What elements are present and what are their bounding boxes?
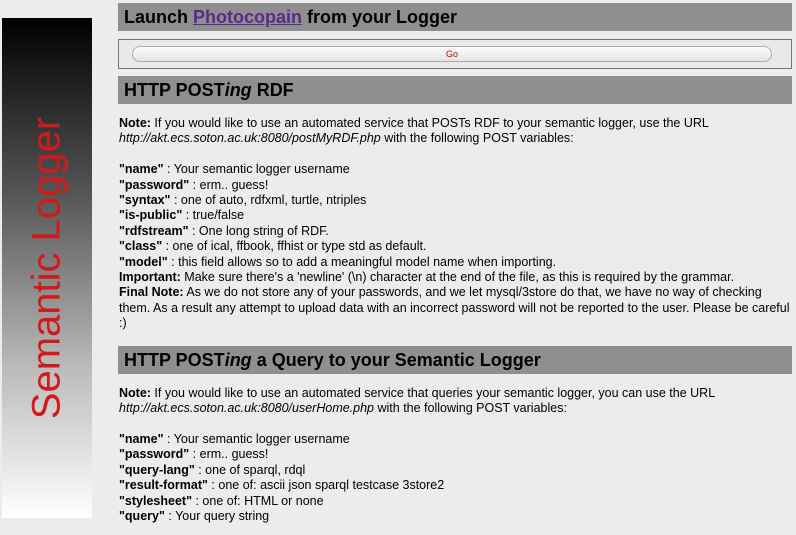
rdf-var-item: "rdfstream" : One long string of RDF. bbox=[119, 224, 792, 239]
important-text: Make sure there's a 'newline' (\n) chara… bbox=[180, 270, 735, 285]
query-var-item: "name" : Your semantic logger username bbox=[119, 432, 792, 447]
rdf-var-name: "model" bbox=[119, 254, 168, 269]
sidebar-title: Semantic Logger bbox=[24, 116, 69, 420]
rdf-var-desc: : Your semantic logger username bbox=[163, 162, 350, 177]
query-var-desc: : Your query string bbox=[164, 508, 270, 523]
important-note: Important: Make sure there's a 'newline'… bbox=[119, 270, 792, 285]
query-note-text: If you would like to use an automated se… bbox=[150, 385, 716, 400]
rdf-heading-part-b: ing bbox=[224, 80, 252, 100]
rdf-var-name: "is-public" bbox=[119, 208, 183, 223]
query-note: Note: If you would like to use an automa… bbox=[119, 386, 792, 417]
query-url-suffix: with the following POST variables: bbox=[374, 401, 567, 416]
rdf-var-name: "rdfstream" bbox=[119, 223, 189, 238]
rdf-heading-part-a: HTTP POST bbox=[124, 80, 225, 100]
rdf-var-name: "class" bbox=[119, 239, 163, 254]
important-label: Important: bbox=[119, 270, 181, 285]
photocopain-link[interactable]: Photocopain bbox=[193, 7, 302, 27]
query-var-name: "result-format" bbox=[119, 478, 208, 493]
go-button[interactable]: Go bbox=[132, 46, 772, 62]
query-var-item: "stylesheet" : one of: HTML or none bbox=[119, 494, 792, 509]
rdf-var-desc: : One long string of RDF. bbox=[188, 223, 329, 238]
launch-heading: Launch Photocopain from your Logger bbox=[118, 3, 792, 31]
query-note-label: Note: bbox=[119, 385, 151, 400]
launch-heading-prefix: Launch bbox=[124, 7, 194, 27]
query-var-item: "query-lang" : one of sparql, rdql bbox=[119, 463, 792, 478]
launch-form: Go bbox=[118, 39, 792, 69]
query-heading-part-b: ing bbox=[224, 349, 252, 370]
rdf-url-suffix: with the following POST variables: bbox=[380, 131, 574, 146]
rdf-heading-part-c: RDF bbox=[251, 80, 294, 100]
query-var-name: "stylesheet" bbox=[119, 493, 192, 508]
query-var-desc: : one of sparql, rdql bbox=[194, 462, 306, 477]
query-var-name: "password" bbox=[119, 447, 190, 462]
final-note-text: As we do not store any of your passwords… bbox=[119, 285, 790, 331]
rdf-note-label: Note: bbox=[119, 116, 151, 130]
query-section-heading: HTTP POSTing a Query to your Semantic Lo… bbox=[118, 345, 792, 374]
query-var-item: "result-format" : one of: ascii json spa… bbox=[119, 478, 792, 493]
query-var-desc: : Your semantic logger username bbox=[163, 431, 350, 446]
rdf-var-item: "syntax" : one of auto, rdfxml, turtle, … bbox=[119, 193, 792, 208]
query-var-item: "query" : Your query string bbox=[119, 509, 792, 524]
query-var-name: "name" bbox=[119, 431, 164, 446]
query-var-name: "query" bbox=[119, 508, 165, 523]
sidebar: Semantic Logger bbox=[2, 18, 92, 518]
rdf-var-item: "model" : this field allows so to add a … bbox=[119, 255, 792, 270]
query-var-list: "name" : Your semantic logger username "… bbox=[119, 432, 792, 524]
rdf-var-name: "syntax" bbox=[119, 193, 171, 208]
rdf-var-desc: : this field allows so to add a meaningf… bbox=[167, 254, 557, 269]
query-var-desc: : erm.. guess! bbox=[189, 447, 269, 462]
query-var-desc: : one of: HTML or none bbox=[192, 493, 324, 508]
query-var-name: "query-lang" bbox=[119, 462, 195, 477]
rdf-var-item: "is-public" : true/false bbox=[119, 208, 792, 223]
main-content: Launch Photocopain from your Logger Go H… bbox=[118, 0, 792, 524]
query-section-body: Note: If you would like to use an automa… bbox=[118, 386, 792, 525]
query-var-item: "password" : erm.. guess! bbox=[119, 447, 792, 462]
rdf-var-item: "class" : one of ical, ffbook, ffhist or… bbox=[119, 239, 792, 254]
query-heading-part-c: a Query to your Semantic Logger bbox=[251, 349, 541, 370]
rdf-var-name: "name" bbox=[119, 162, 164, 177]
rdf-var-name: "password" bbox=[119, 177, 190, 192]
rdf-note-text: If you would like to use an automated se… bbox=[150, 116, 709, 130]
rdf-var-item: "password" : erm.. guess! bbox=[119, 178, 792, 193]
query-heading-part-a: HTTP POST bbox=[124, 349, 225, 370]
final-note: Final Note: As we do not store any of yo… bbox=[119, 285, 792, 331]
rdf-url: http://akt.ecs.soton.ac.uk:8080/postMyRD… bbox=[119, 131, 381, 146]
query-url: http://akt.ecs.soton.ac.uk:8080/userHome… bbox=[119, 401, 375, 416]
rdf-section-body: Note: If you would like to use an automa… bbox=[118, 116, 792, 332]
rdf-var-desc: : true/false bbox=[182, 208, 245, 223]
rdf-var-desc: : one of auto, rdfxml, turtle, ntriples bbox=[170, 193, 367, 208]
rdf-var-item: "name" : Your semantic logger username bbox=[119, 162, 792, 177]
rdf-section-heading: HTTP POSTing RDF bbox=[118, 76, 792, 104]
launch-heading-suffix: from your Logger bbox=[302, 7, 458, 27]
rdf-note: Note: If you would like to use an automa… bbox=[119, 116, 792, 147]
final-note-label: Final Note: bbox=[119, 285, 184, 300]
rdf-var-desc: : one of ical, ffbook, ffhist or type st… bbox=[162, 239, 427, 254]
query-var-desc: : one of: ascii json sparql testcase 3st… bbox=[207, 478, 445, 493]
rdf-var-list: "name" : Your semantic logger username "… bbox=[119, 162, 792, 331]
rdf-var-desc: : erm.. guess! bbox=[189, 177, 269, 192]
